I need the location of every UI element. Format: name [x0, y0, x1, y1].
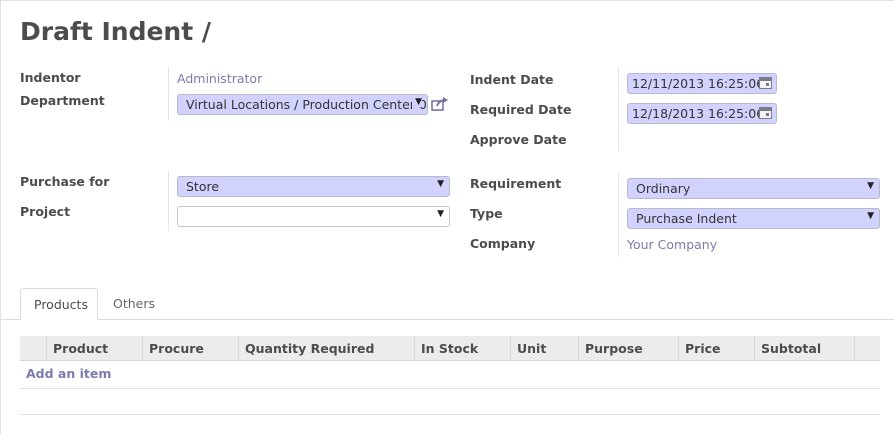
chevron-down-icon: ▼ — [867, 181, 874, 191]
project-select[interactable]: ▼ — [177, 206, 450, 227]
field-divider — [168, 67, 169, 121]
field-divider — [618, 67, 619, 151]
column-header-purpose[interactable]: Purpose — [578, 336, 678, 361]
approve-date-label: Approve Date — [470, 132, 567, 147]
tab-products[interactable]: Products — [20, 288, 98, 320]
requirement-select[interactable]: Ordinary ▼ — [627, 178, 880, 199]
indent-date-label: Indent Date — [470, 72, 554, 87]
indent-date-value: 12/11/2013 16:25:06 — [632, 76, 765, 91]
column-header-product[interactable]: Product — [46, 336, 142, 361]
department-select[interactable]: Virtual Locations / Production Center 00… — [177, 94, 428, 115]
project-label: Project — [20, 204, 71, 219]
chevron-down-icon: ▼ — [437, 179, 444, 189]
table-row-divider — [20, 388, 880, 389]
form-sheet: Draft Indent / Indentor Department Admin… — [0, 0, 894, 434]
column-header-quantity-required[interactable]: Quantity Required — [238, 336, 414, 361]
calendar-icon[interactable] — [759, 77, 772, 89]
indent-date-field[interactable]: 12/11/2013 16:25:06 — [627, 73, 777, 94]
required-date-field[interactable]: 12/18/2013 16:25:06 — [627, 103, 777, 124]
department-select-value: Virtual Locations / Production Center 00 — [186, 97, 428, 112]
column-header-in-stock[interactable]: In Stock — [414, 336, 510, 361]
page-title: Draft Indent / — [20, 17, 212, 46]
tab-others[interactable]: Others — [100, 288, 168, 320]
column-header-subtotal[interactable]: Subtotal — [754, 336, 854, 361]
purchase-for-label: Purchase for — [20, 174, 110, 189]
column-header-unit[interactable]: Unit — [510, 336, 578, 361]
company-link[interactable]: Your Company — [627, 237, 717, 252]
column-header-actions — [854, 336, 880, 361]
company-label: Company — [470, 236, 536, 251]
products-table-header: Product Procure Quantity Required In Sto… — [20, 336, 880, 361]
table-footer-divider — [20, 414, 880, 415]
chevron-down-icon: ▼ — [412, 97, 422, 107]
type-label: Type — [470, 206, 503, 221]
column-header-procure[interactable]: Procure — [142, 336, 238, 361]
chevron-down-icon: ▼ — [437, 209, 444, 219]
add-item-link[interactable]: Add an item — [26, 366, 111, 381]
required-date-value: 12/18/2013 16:25:06 — [632, 106, 765, 121]
column-header-price[interactable]: Price — [678, 336, 754, 361]
indentor-label: Indentor — [20, 70, 81, 85]
required-date-label: Required Date — [470, 102, 572, 117]
purchase-for-select-value: Store — [186, 179, 220, 194]
field-divider — [168, 171, 169, 231]
calendar-icon[interactable] — [759, 107, 772, 119]
requirement-label: Requirement — [470, 176, 562, 191]
indentor-link[interactable]: Administrator — [177, 71, 262, 86]
chevron-down-icon: ▼ — [867, 211, 874, 221]
department-label: Department — [20, 93, 105, 108]
requirement-select-value: Ordinary — [636, 181, 691, 196]
field-divider — [618, 173, 619, 257]
type-select-value: Purchase Indent — [636, 211, 737, 226]
external-link-icon[interactable] — [431, 97, 449, 111]
type-select[interactable]: Purchase Indent ▼ — [627, 208, 880, 229]
purchase-for-select[interactable]: Store ▼ — [177, 176, 450, 197]
